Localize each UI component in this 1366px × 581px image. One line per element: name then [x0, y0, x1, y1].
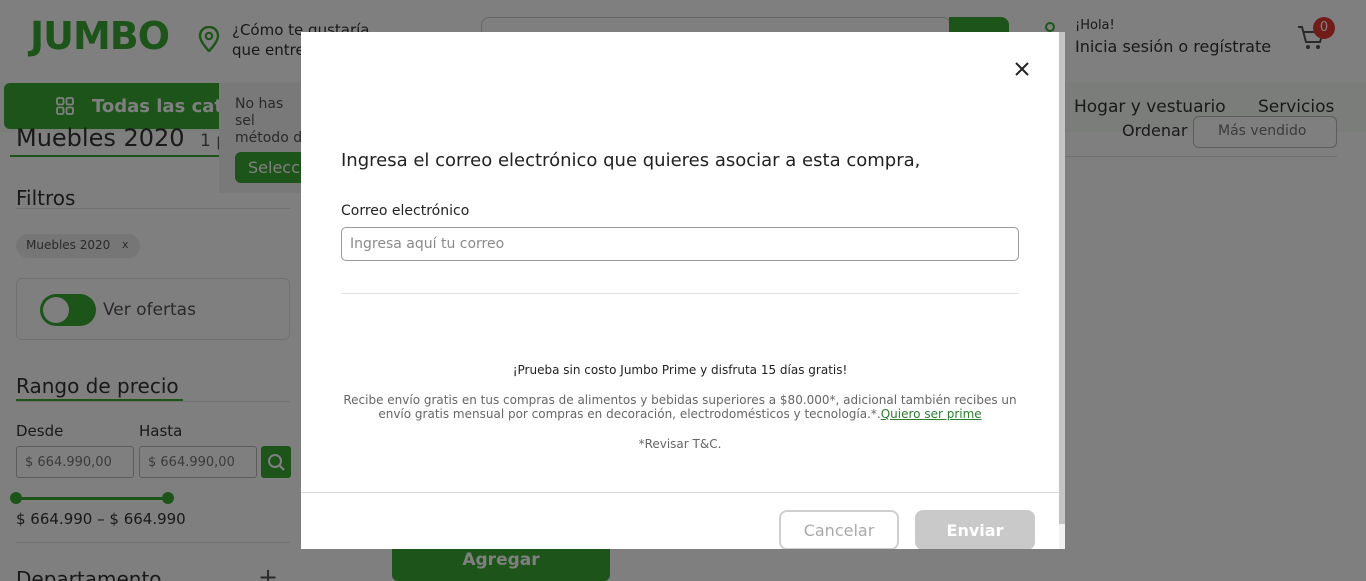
email-field[interactable]	[341, 227, 1019, 261]
modal-divider	[341, 293, 1019, 294]
modal-footer-divider	[301, 492, 1059, 493]
email-modal: Ingresa el correo electrónico que quiere…	[301, 32, 1065, 549]
prime-signup-link[interactable]: Quiero ser prime	[881, 407, 982, 421]
email-label: Correo electrónico	[341, 203, 470, 219]
modal-scrollbar-thumb[interactable]	[1059, 32, 1065, 524]
prime-promo-body: Recibe envío gratis en tus compras de al…	[341, 393, 1019, 421]
prime-promo-title: ¡Prueba sin costo Jumbo Prime y disfruta…	[512, 363, 848, 377]
modal-title: Ingresa el correo electrónico que quiere…	[341, 150, 921, 171]
terms-link[interactable]: *Revisar T&C.	[341, 437, 1019, 451]
close-icon[interactable]	[1010, 57, 1034, 81]
send-button[interactable]: Enviar	[915, 510, 1035, 549]
cancel-button[interactable]: Cancelar	[779, 510, 899, 549]
